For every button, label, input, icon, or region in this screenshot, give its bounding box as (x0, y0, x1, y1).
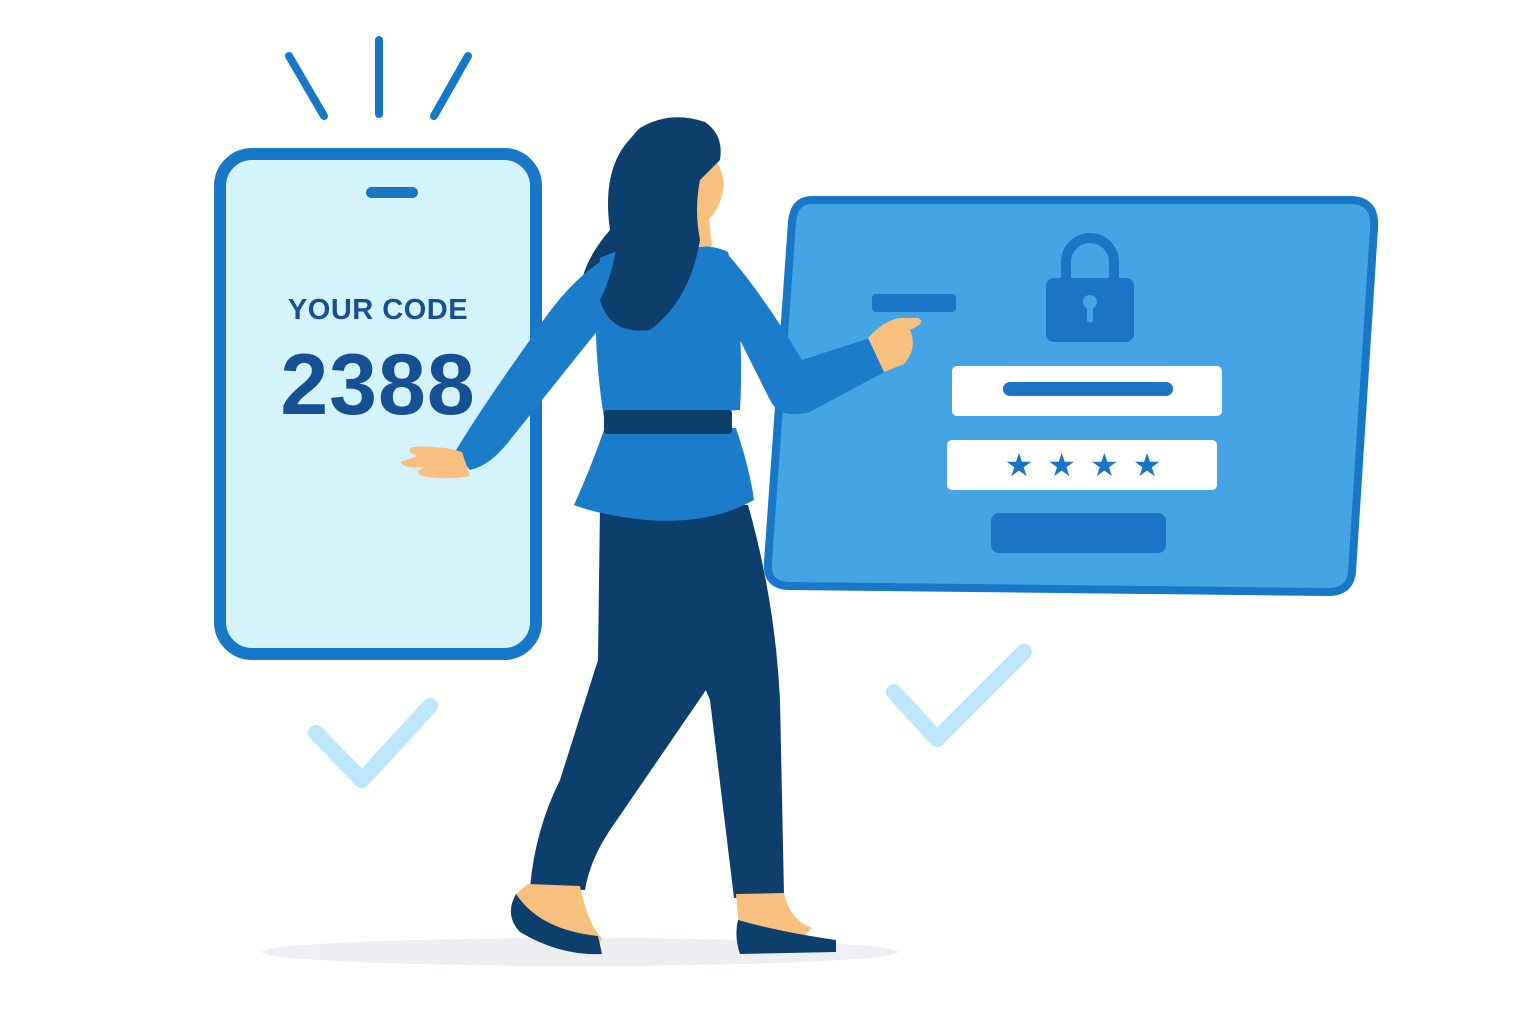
peplum (574, 428, 754, 521)
belt (604, 410, 732, 434)
person-figure (400, 117, 922, 955)
right-arm (724, 250, 888, 415)
left-hand (400, 446, 470, 479)
illustration-canvas: ★ ★ ★ ★ YOUR CODE 2388 (0, 0, 1536, 1024)
